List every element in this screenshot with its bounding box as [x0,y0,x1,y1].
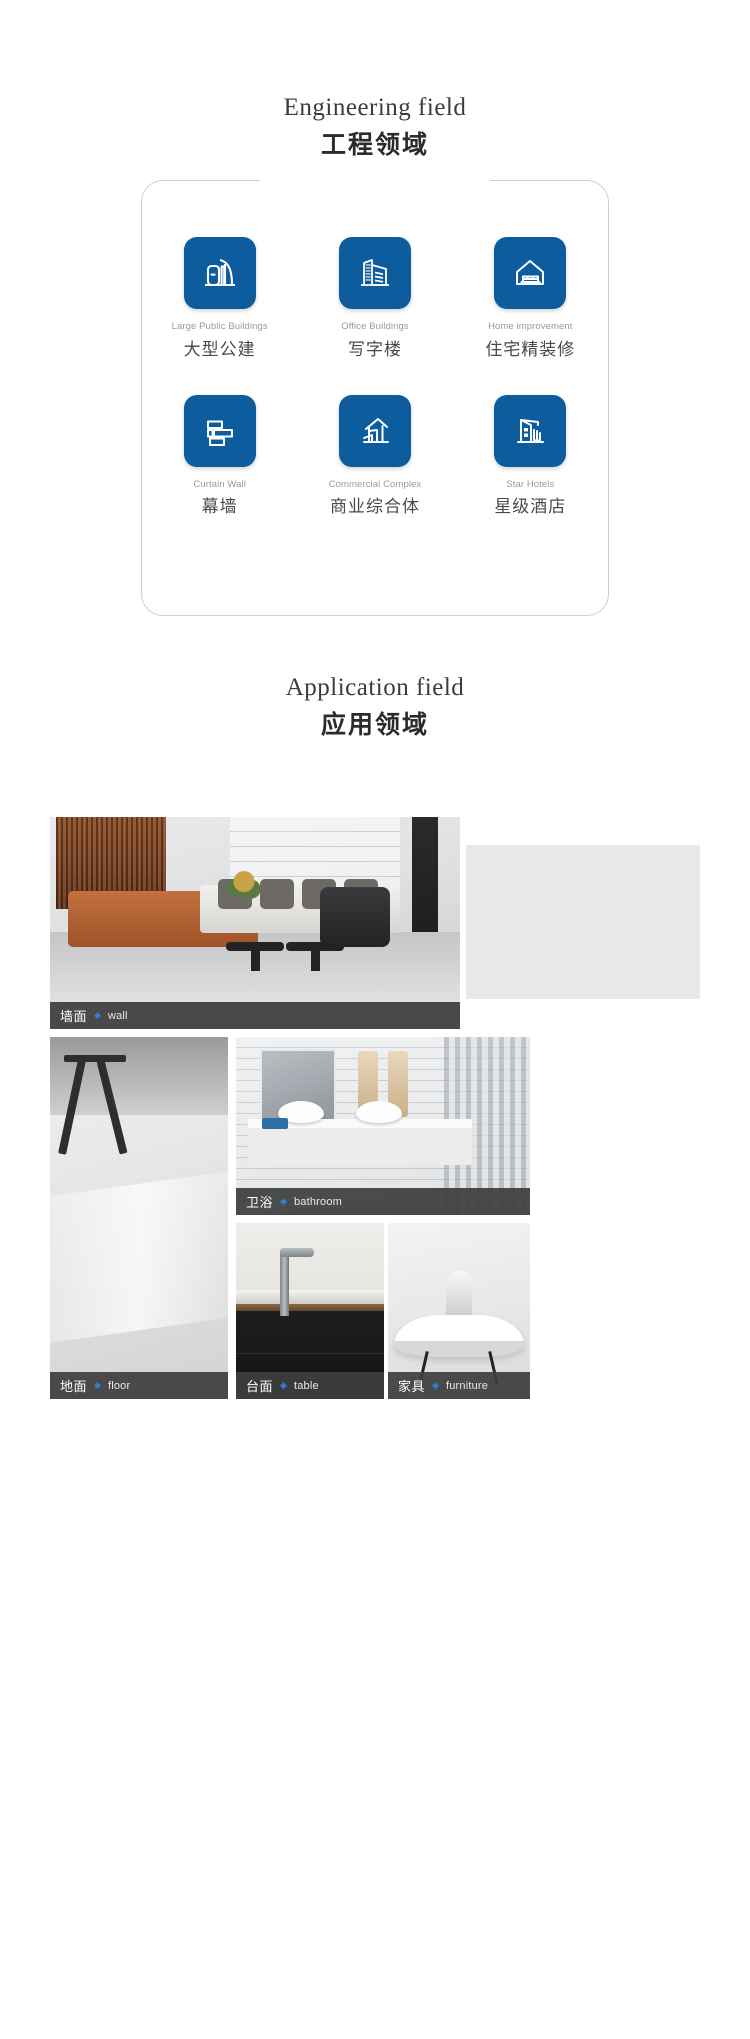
caption-en: floor [107,1379,131,1392]
caption-en: table [293,1379,319,1392]
item-label-en: Star Hotels [506,479,555,491]
caption-separator-icon: ◆ [280,1196,287,1207]
application-field-section: Application field 应用领域 墙面 ◆ wall 地面 ◆ fl… [0,672,750,1431]
card-title-notch [260,169,490,192]
item-label-en: Curtain Wall [193,479,246,491]
engineering-item-commercial-complex[interactable]: Commercial Complex 商业综合体 [297,395,452,518]
photo-table[interactable]: 台面 ◆ table [236,1223,384,1400]
item-label-cn: 商业综合体 [329,497,420,517]
engineering-item-large-public-buildings[interactable]: Large Public Buildings 大型公建 [142,237,297,360]
caption-cn: 台面 [246,1379,274,1395]
photo-furniture-caption: 家具 ◆ furniture [388,1372,530,1400]
engineering-title-block: Engineering field 工程领域 [0,92,750,161]
caption-cn: 卫浴 [246,1195,274,1211]
caption-cn: 家具 [398,1379,426,1395]
engineering-item-star-hotels[interactable]: Star Hotels 星级酒店 [453,395,608,518]
caption-separator-icon: ◆ [432,1380,439,1391]
application-gallery: 墙面 ◆ wall 地面 ◆ floor 卫浴 ◆ bathroom 台面 ◆ … [0,801,750,1431]
engineering-title-cn: 工程领域 [320,131,429,160]
home-improvement-icon [516,260,545,286]
application-title-cn-wrap: 应用领域 [0,705,750,741]
application-title-block: Application field 应用领域 [0,672,750,741]
item-label-cn: 写字楼 [347,339,402,359]
photo-furniture[interactable]: 家具 ◆ furniture [388,1223,530,1400]
photo-floor-image [50,1037,228,1400]
engineering-item-home-improvement[interactable]: Home improvement 住宅精装修 [453,237,608,360]
application-title-en: Application field [285,674,465,701]
curtain-wall-icon [206,420,233,447]
icon-tile [494,237,567,310]
engineering-icon-grid: Large Public Buildings 大型公建 Office Build… [142,237,608,518]
item-label-cn: 大型公建 [183,339,256,359]
photo-bathroom-caption: 卫浴 ◆ bathroom [236,1188,530,1216]
photo-wall-image [50,817,460,1030]
photo-table-caption: 台面 ◆ table [236,1372,384,1400]
photo-wall[interactable]: 墙面 ◆ wall [50,817,460,1030]
item-label-en: Large Public Buildings [171,321,268,333]
engineering-field-section: Engineering field 工程领域 Large Public Buil… [0,0,750,617]
icon-tile [338,237,411,310]
engineering-title-en: Engineering field [283,94,467,121]
item-label-cn: 星级酒店 [494,497,567,517]
icon-tile [338,395,411,468]
icon-tile [183,237,256,310]
photo-floor-caption: 地面 ◆ floor [50,1372,228,1400]
caption-en: furniture [445,1379,489,1392]
item-label-en: Office Buildings [341,321,409,333]
decorative-grey-panel [466,845,700,1000]
caption-en: bathroom [293,1195,343,1208]
photo-floor[interactable]: 地面 ◆ floor [50,1037,228,1400]
commercial-complex-icon [362,418,389,444]
icon-tile [494,395,567,468]
item-label-cn: 幕墙 [201,497,238,517]
engineering-item-curtain-wall[interactable]: Curtain Wall 幕墙 [142,395,297,518]
item-label-en: Commercial Complex [328,479,422,491]
caption-cn: 地面 [60,1379,88,1395]
office-building-icon [360,259,389,287]
caption-separator-icon: ◆ [280,1380,287,1391]
photo-bathroom[interactable]: 卫浴 ◆ bathroom [236,1037,530,1216]
large-public-building-icon [204,259,235,287]
photo-wall-caption: 墙面 ◆ wall [50,1002,460,1030]
engineering-item-office-buildings[interactable]: Office Buildings 写字楼 [297,237,452,360]
caption-separator-icon: ◆ [94,1380,101,1391]
caption-separator-icon: ◆ [94,1010,101,1021]
engineering-title-cn-wrap: 工程领域 [0,125,750,161]
item-label-cn: 住宅精装修 [485,339,576,359]
caption-cn: 墙面 [60,1009,88,1025]
application-title-cn: 应用领域 [320,711,429,740]
item-label-en: Home improvement [488,321,573,333]
engineering-card: Large Public Buildings 大型公建 Office Build… [141,169,609,617]
icon-tile [183,395,256,468]
star-hotel-icon [517,419,545,444]
caption-en: wall [107,1009,128,1022]
